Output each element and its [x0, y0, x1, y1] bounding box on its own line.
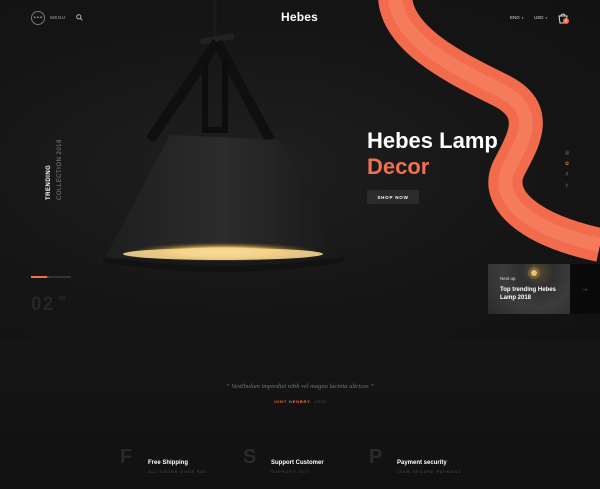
currency-selector[interactable]: USD ▾: [534, 15, 547, 20]
testimonial-quote: “ Vestibulum imperdiet nibh vel magna la…: [226, 383, 374, 390]
language-value: ENG: [510, 15, 520, 20]
chevron-down-icon: ▾: [521, 16, 524, 20]
page: • • • MENU Hebes ENG ▾ USD ▾ 0 TRENDING CO…: [0, 0, 600, 489]
lower-section: [0, 340, 600, 489]
feature-title: Free Shipping: [148, 460, 189, 466]
hero-title-line2: Decor: [367, 154, 430, 179]
arrow-right-icon: →: [581, 285, 589, 293]
search-icon[interactable]: [76, 14, 83, 21]
trending-vertical-label: TRENDING COLLECTION 2018: [37, 139, 63, 200]
language-selector[interactable]: ENG ▾: [510, 15, 523, 20]
total-slides: /04: [58, 296, 65, 302]
feature-letter: F: [120, 446, 133, 468]
feature-title: Support Customer: [271, 460, 324, 466]
testimonial-author: IONT HENBRY CEO: [150, 399, 450, 404]
collection-text: COLLECTION 2018: [57, 139, 63, 200]
slider-progress[interactable]: [31, 276, 71, 278]
feature-subtitle: SUPPORT 24/7: [271, 470, 310, 474]
pendant-lamp-image: [103, 0, 344, 272]
next-up-title: Top trending Hebes Lamp 2018: [500, 287, 556, 301]
feature-subtitle: 100% SECURE PAYMENT: [397, 470, 462, 474]
next-slide-button[interactable]: →: [570, 264, 600, 314]
instagram-icon[interactable]: ◎: [563, 150, 571, 156]
hero-title-line1: Hebes Lamp: [367, 128, 498, 153]
cart-count-badge: 0: [563, 18, 569, 24]
arrow-right-icon[interactable]: →: [44, 274, 50, 280]
feature-subtitle: ALL ORDER OVER $55: [148, 470, 207, 474]
next-up-card[interactable]: Next up Top trending Hebes Lamp 2018: [488, 264, 570, 314]
author-role: CEO: [314, 399, 326, 404]
author-name: IONT HENBRY: [274, 399, 311, 404]
trending-text: TRENDING: [46, 164, 52, 200]
facebook-icon[interactable]: f: [563, 172, 571, 178]
social-links: ◎ ✿ f t: [563, 150, 571, 194]
feature-letter: P: [369, 446, 383, 468]
current-slide-number: 02: [31, 294, 55, 315]
feature-title: Payment security: [397, 460, 447, 466]
menu-button[interactable]: • • •: [31, 11, 45, 25]
bulb-icon: [528, 264, 540, 279]
dribbble-icon[interactable]: ✿: [563, 161, 571, 167]
feature-letter: S: [243, 446, 257, 468]
shop-now-button[interactable]: SHOP NOW: [367, 190, 419, 204]
currency-value: USD: [534, 15, 544, 20]
menu-dots-icon: • • •: [33, 14, 43, 21]
menu-label[interactable]: MENU: [50, 15, 66, 20]
twitter-icon[interactable]: t: [563, 183, 571, 189]
chevron-down-icon: ▾: [545, 16, 548, 20]
hero-title: Hebes Lamp Decor: [367, 128, 498, 180]
next-up-label: Next up: [500, 276, 516, 281]
